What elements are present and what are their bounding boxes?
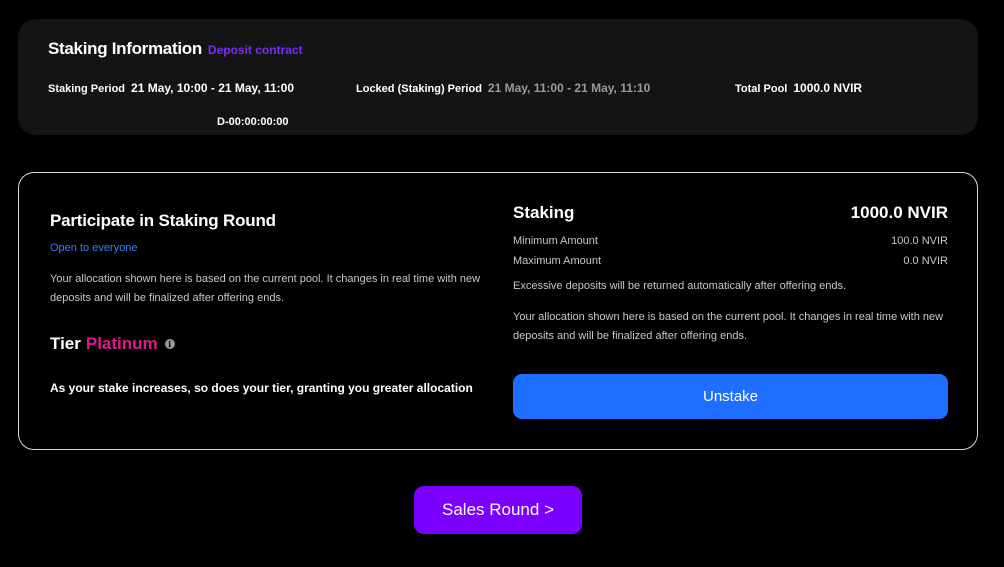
staking-period-value: 21 May, 10:00 - 21 May, 11:00 [131, 81, 295, 95]
staking-label: Staking [513, 203, 575, 222]
minimum-amount-row: Minimum Amount 100.0 NVIR [513, 235, 948, 247]
staking-header: Staking 1000.0 NVIR [513, 203, 948, 223]
tier-value: Platinum [85, 334, 158, 353]
sales-round-button[interactable]: Sales Round > [414, 486, 582, 534]
staking-period-field: Staking Period 21 May, 10:00 - 21 May, 1… [48, 81, 294, 95]
minimum-amount-label: Minimum Amount [513, 235, 598, 247]
tier-row: Tier Platinum i [50, 334, 175, 354]
excess-deposit-note: Excessive deposits will be returned auto… [513, 280, 847, 292]
allocation-note-left: Your allocation shown here is based on t… [50, 273, 481, 304]
staking-info-card: Staking Information Deposit contract Sta… [18, 19, 978, 135]
maximum-amount-value: 0.0 NVIR [903, 255, 948, 267]
minimum-amount-value: 100.0 NVIR [891, 235, 948, 247]
maximum-amount-row: Maximum Amount 0.0 NVIR [513, 255, 948, 267]
tier-description: As your stake increases, so does your ti… [50, 381, 473, 395]
staking-period-label: Staking Period [48, 83, 126, 95]
allocation-note-right: Your allocation shown here is based on t… [513, 311, 944, 342]
staking-amount: 1000.0 NVIR [850, 203, 948, 222]
deposit-contract-link[interactable]: Deposit contract [208, 43, 303, 57]
unstake-button[interactable]: Unstake [513, 374, 948, 419]
open-to-everyone-text: Open to everyone [50, 242, 138, 254]
locked-period-value: 21 May, 11:00 - 21 May, 11:10 [487, 81, 651, 95]
info-title: Staking Information [48, 39, 202, 58]
tier-label: Tier [50, 334, 81, 353]
locked-period-field: Locked (Staking) Period 21 May, 11:00 - … [356, 81, 650, 95]
info-icon[interactable]: i [164, 339, 175, 349]
total-pool-field: Total Pool 1000.0 NVIR [735, 81, 862, 95]
maximum-amount-label: Maximum Amount [513, 255, 602, 267]
participate-title: Participate in Staking Round [50, 211, 276, 230]
info-title-row: Staking Information Deposit contract [48, 39, 303, 59]
staking-round-card: Participate in Staking Round Open to eve… [18, 172, 978, 450]
total-pool-value: 1000.0 NVIR [793, 81, 863, 95]
total-pool-label: Total Pool [735, 83, 788, 95]
locked-period-label: Locked (Staking) Period [356, 83, 482, 95]
staking-panel: Staking 1000.0 NVIR Minimum Amount 100.0… [513, 203, 948, 346]
countdown-timer: D-00:00:00:00 [217, 116, 289, 128]
